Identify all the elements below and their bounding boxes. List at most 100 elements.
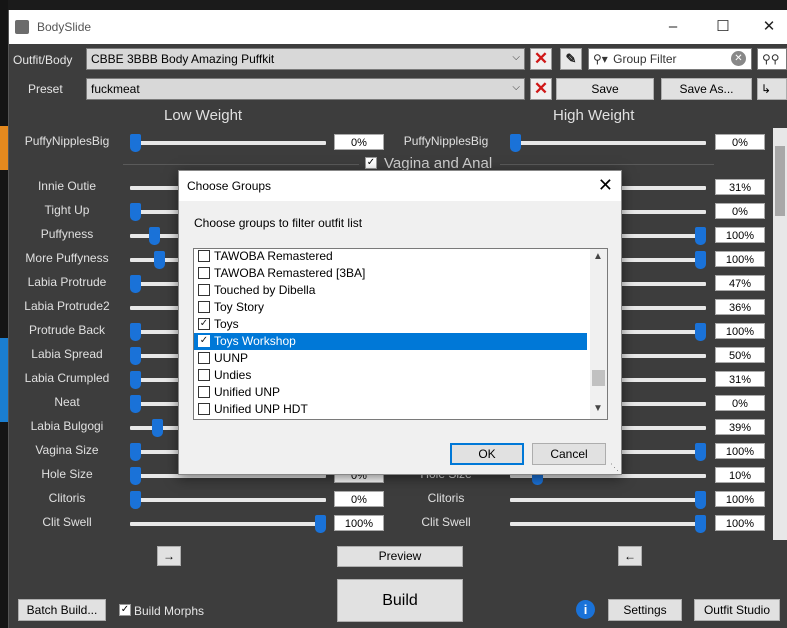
group-checkbox[interactable] [198, 386, 210, 398]
group-checkbox[interactable] [198, 352, 210, 364]
slider-value-low[interactable]: 0% [334, 491, 384, 507]
settings-button[interactable]: Settings [608, 599, 682, 621]
section-checkbox[interactable]: ✓ [365, 157, 377, 169]
copy-high-to-low-button[interactable]: ← [618, 546, 642, 566]
slider-thumb-high[interactable] [695, 323, 706, 341]
clear-filter-icon[interactable]: ✕ [731, 51, 746, 66]
group-checkbox[interactable] [198, 284, 210, 296]
group-list-item[interactable]: TAWOBA Remastered [3BA] [194, 265, 587, 282]
slider-track-low[interactable] [130, 522, 326, 526]
outfit-body-select[interactable]: CBBE 3BBB Body Amazing Puffkit ⌵ [86, 48, 525, 70]
slider-value-high[interactable]: 50% [715, 347, 765, 363]
slider-thumb-low[interactable] [315, 515, 326, 533]
copy-low-to-high-button[interactable]: → [157, 546, 181, 566]
slider-track-low[interactable] [130, 498, 326, 502]
slider-thumb-low[interactable] [130, 134, 141, 152]
preset-select[interactable]: fuckmeat ⌵ [86, 78, 525, 100]
slider-value-high[interactable]: 31% [715, 179, 765, 195]
group-checkbox[interactable] [198, 403, 210, 415]
dialog-close-icon[interactable]: ✕ [598, 175, 613, 196]
save-as-button[interactable]: Save As... [661, 78, 752, 100]
groups-list-scrollbar[interactable]: ▲ ▼ [590, 249, 607, 419]
batch-build-button[interactable]: Batch Build... [18, 599, 106, 621]
group-filter-input[interactable]: ⚲▾ Group Filter ✕ [588, 48, 752, 70]
scroll-down-icon[interactable]: ▼ [593, 403, 603, 414]
group-list-item[interactable]: ✓ Toys Workshop [194, 333, 587, 350]
outfit-tool-icon[interactable]: ✎ [560, 48, 582, 70]
groups-list[interactable]: Unified UNP HDT Unified UNP Undies UUNP ✓ Toy… [193, 248, 608, 420]
slider-value-high[interactable]: 100% [715, 491, 765, 507]
build-button[interactable]: Build [337, 579, 463, 622]
slider-thumb-high[interactable] [695, 515, 706, 533]
slider-value-low[interactable]: 0% [334, 134, 384, 150]
slider-value-high[interactable]: 100% [715, 323, 765, 339]
group-list-item[interactable]: Unified UNP [194, 384, 587, 401]
resize-grip-icon[interactable]: ⋱ [610, 462, 619, 473]
slider-value-high[interactable]: 0% [715, 203, 765, 219]
slider-thumb-high[interactable] [510, 134, 521, 152]
slider-track-high[interactable] [510, 141, 706, 145]
preview-button[interactable]: Preview [337, 546, 463, 567]
save-button[interactable]: Save [556, 78, 654, 100]
group-list-item[interactable]: TAWOBA Remastered [194, 249, 587, 265]
slider-value-high[interactable]: 31% [715, 371, 765, 387]
slider-thumb-high[interactable] [695, 227, 706, 245]
scroll-up-icon[interactable]: ▲ [593, 251, 603, 262]
slider-thumb-low[interactable] [130, 443, 141, 461]
slider-value-high[interactable]: 36% [715, 299, 765, 315]
group-checkbox[interactable]: ✓ [198, 335, 210, 347]
build-morphs-checkbox[interactable]: ✓ [119, 604, 131, 616]
slider-thumb-low[interactable] [148, 227, 160, 245]
slider-thumb-high[interactable] [695, 491, 706, 509]
info-icon[interactable]: i [576, 600, 595, 619]
slider-thumb-low[interactable] [130, 371, 141, 389]
clear-outfit-icon[interactable]: ✕ [530, 48, 552, 70]
slider-value-high[interactable]: 100% [715, 515, 765, 531]
group-list-item[interactable]: Unified UNP HDT [194, 401, 587, 418]
group-list-item[interactable]: Undies [194, 367, 587, 384]
slider-thumb-low[interactable] [130, 467, 141, 485]
search-partial-field[interactable]: ⚲⚲ [757, 48, 787, 70]
maximize-icon[interactable]: ☐ [700, 14, 746, 40]
slider-thumb-low[interactable] [130, 491, 141, 509]
group-checkbox[interactable] [198, 267, 210, 279]
slider-value-low[interactable]: 100% [334, 515, 384, 531]
cancel-button[interactable]: Cancel [532, 443, 606, 465]
group-list-item[interactable]: ✓ Toys [194, 316, 587, 333]
slider-thumb-low[interactable] [152, 419, 164, 437]
slider-value-high[interactable]: 100% [715, 227, 765, 243]
slider-value-high[interactable]: 10% [715, 467, 765, 483]
group-list-item[interactable]: UUNP [194, 350, 587, 367]
slider-thumb-high[interactable] [695, 443, 706, 461]
slider-thumb-high[interactable] [695, 251, 706, 269]
slider-thumb-low[interactable] [130, 203, 141, 221]
partial-right-button[interactable]: ↳ Ma [757, 78, 787, 100]
slider-thumb-low[interactable] [130, 347, 141, 365]
group-checkbox[interactable] [198, 250, 210, 262]
close-icon[interactable]: ✕ [746, 14, 787, 40]
slider-value-high[interactable]: 0% [715, 395, 765, 411]
slider-track-high[interactable] [510, 498, 706, 502]
slider-track-low[interactable] [130, 141, 326, 145]
groups-scroll-thumb[interactable] [592, 370, 605, 386]
slider-scrollbar[interactable] [773, 128, 787, 540]
slider-value-high[interactable]: 100% [715, 251, 765, 267]
outfit-studio-button[interactable]: Outfit Studio [694, 599, 780, 621]
group-checkbox[interactable] [198, 301, 210, 313]
slider-value-high[interactable]: 39% [715, 419, 765, 435]
slider-track-high[interactable] [510, 522, 706, 526]
group-list-item[interactable]: Toy Story [194, 299, 587, 316]
slider-thumb-low[interactable] [154, 251, 166, 269]
ok-button[interactable]: OK [450, 443, 524, 465]
scrollbar-thumb[interactable] [775, 146, 785, 216]
group-checkbox[interactable] [198, 369, 210, 381]
slider-value-high[interactable]: 100% [715, 443, 765, 459]
slider-thumb-low[interactable] [130, 323, 141, 341]
slider-thumb-low[interactable] [130, 395, 141, 413]
minimize-icon[interactable]: – [650, 14, 696, 40]
group-checkbox[interactable]: ✓ [198, 318, 210, 330]
group-list-item[interactable]: Touched by Dibella [194, 282, 587, 299]
slider-thumb-low[interactable] [130, 275, 141, 293]
slider-value-high[interactable]: 0% [715, 134, 765, 150]
slider-value-high[interactable]: 47% [715, 275, 765, 291]
